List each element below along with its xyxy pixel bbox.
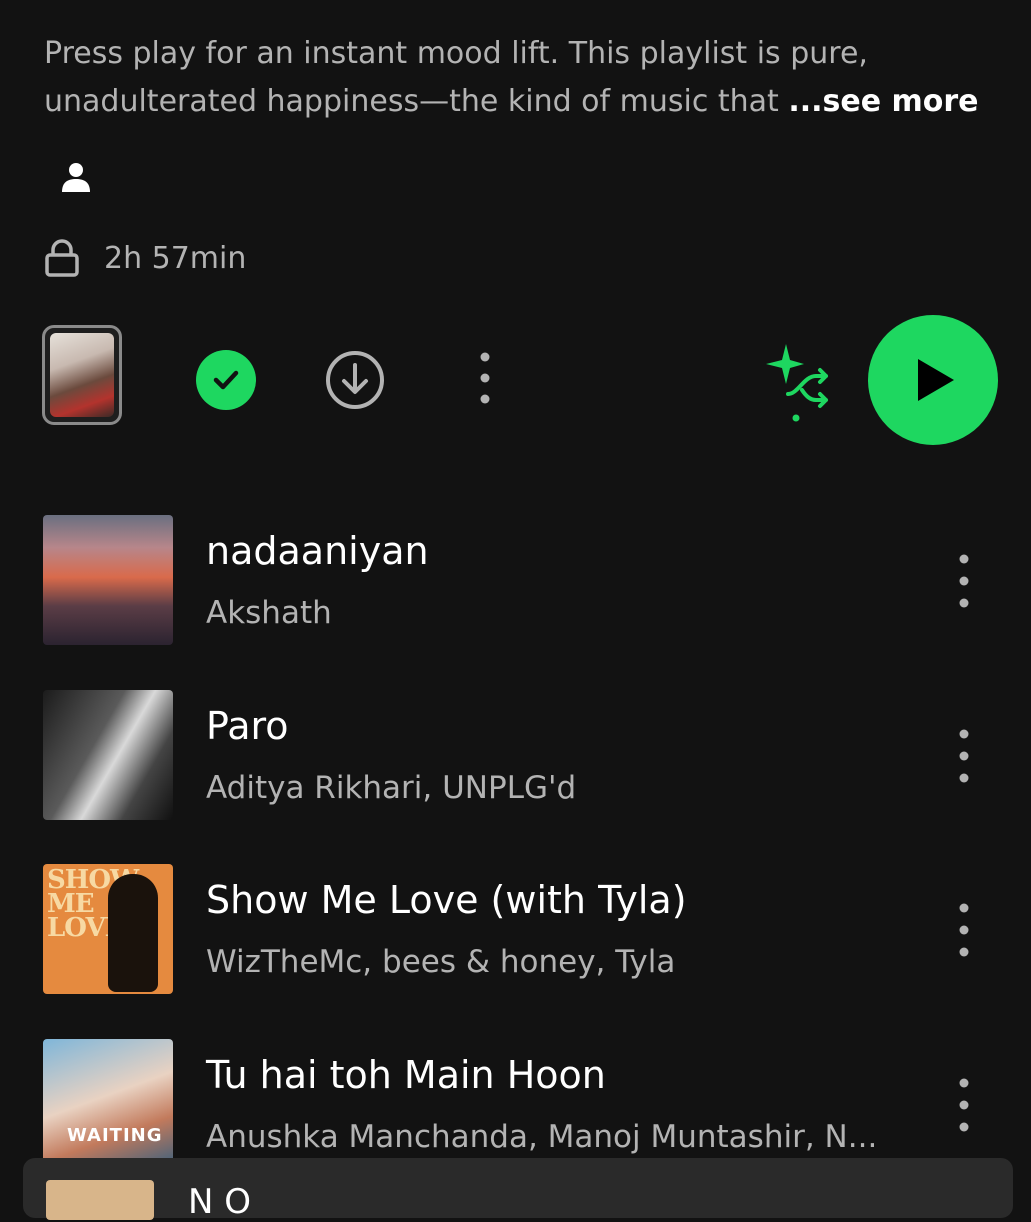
more-vertical-icon [959,554,969,608]
more-vertical-icon [959,903,969,957]
saved-button[interactable] [196,350,256,410]
track-album-art: SHOW ME LOVE [43,864,173,994]
track-more-button[interactable] [950,551,978,611]
track-artist: WizTheMc, bees & honey, Tyla [206,944,676,980]
smart-shuffle-button[interactable] [758,340,838,426]
smart-shuffle-icon [766,344,828,422]
cover-image [50,333,114,417]
track-album-art: WAITING [43,1039,173,1169]
mini-player-art [46,1180,154,1220]
track-album-art [43,515,173,645]
download-button[interactable] [325,350,385,410]
person-icon[interactable] [58,160,94,196]
lock-icon [44,238,80,278]
track-artist: Aditya Rikhari, UNPLG'd [206,770,577,806]
mini-player[interactable]: N O [23,1158,1013,1222]
track-row[interactable]: Paro Aditya Rikhari, UNPLG'd [0,690,1031,820]
playlist-cover-thumbnail[interactable] [42,325,122,425]
track-title: Show Me Love (with Tyla) [206,878,687,922]
playlist-duration: 2h 57min [104,240,247,276]
play-icon [918,359,954,401]
track-title: nadaaniyan [206,529,429,573]
track-row[interactable]: WAITING Tu hai toh Main Hoon Anushka Man… [0,1039,1031,1169]
play-button[interactable] [868,315,998,445]
track-artist: Akshath [206,595,332,631]
track-row[interactable]: nadaaniyan Akshath [0,515,1031,645]
track-title: Tu hai toh Main Hoon [206,1053,606,1097]
track-more-button[interactable] [950,726,978,786]
track-title: Paro [206,704,289,748]
download-icon [326,351,384,409]
track-row[interactable]: SHOW ME LOVE Show Me Love (with Tyla) Wi… [0,864,1031,994]
playlist-meta: 2h 57min [44,236,246,280]
track-more-button[interactable] [950,1075,978,1135]
album-art-text: WAITING [67,1125,163,1146]
playlist-description: Press play for an instant mood lift. Thi… [44,30,1004,126]
more-vertical-icon [480,352,490,404]
mini-player-title: N O [188,1182,252,1222]
more-vertical-icon [959,1078,969,1132]
track-album-art [43,690,173,820]
description-text: Press play for an instant mood lift. Thi… [44,36,868,119]
track-artist: Anushka Manchanda, Manoj Muntashir, N... [206,1119,878,1155]
more-vertical-icon [959,729,969,783]
check-icon [213,370,239,390]
track-more-button[interactable] [950,900,978,960]
more-options-button[interactable] [470,350,500,410]
see-more-link[interactable]: ...see more [788,84,978,119]
